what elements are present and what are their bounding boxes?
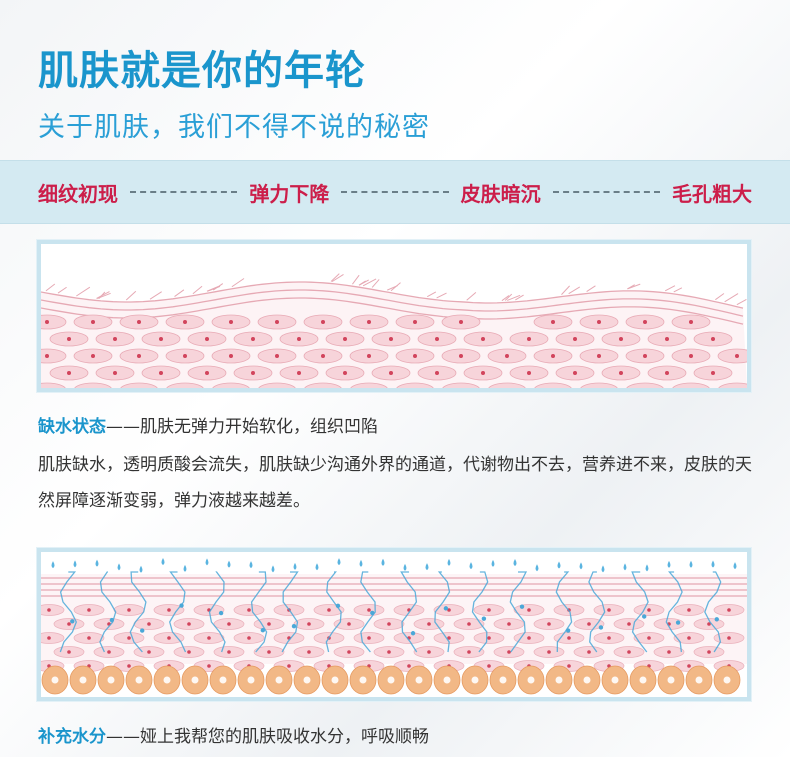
aging-stages-band: 细纹初现 弹力下降 皮肤暗沉 毛孔粗大: [0, 160, 790, 224]
section1-lead: 缺水状态: [38, 417, 106, 437]
section2-caption-text: 娅上我帮您的肌肤吸收水分，呼吸顺畅: [140, 727, 429, 747]
section2-sep: ——: [106, 727, 140, 747]
stage-label: 弹力下降: [249, 181, 330, 206]
page-title: 肌肤就是你的年轮: [38, 48, 366, 94]
dry-skin-cells-image: [41, 244, 747, 388]
dashed-divider: [130, 191, 238, 193]
stage-label: 皮肤暗沉: [460, 181, 541, 206]
page-subtitle: 关于肌肤，我们不得不说的秘密: [38, 112, 430, 143]
section1-sep: ——: [106, 417, 140, 437]
section1-caption-text: 肌肤无弹力开始软化，组织凹陷: [140, 417, 378, 437]
stage-label: 毛孔粗大: [671, 181, 752, 206]
section1-body: 肌肤缺水，透明质酸会流失，肌肤缺少沟通外界的通道，代谢物出不去，营养进不来，皮肤…: [38, 455, 752, 511]
stage-label: 细纹初现: [38, 181, 118, 206]
section2-lead: 补充水分: [38, 727, 106, 747]
dashed-divider: [341, 191, 449, 193]
section2-caption: 补充水分——娅上我帮您的肌肤吸收水分，呼吸顺畅: [38, 722, 429, 747]
dashed-divider: [552, 191, 660, 193]
section1-caption: 缺水状态——肌肤无弹力开始软化，组织凹陷: [38, 412, 378, 437]
hydrated-skin-illustration: [37, 548, 751, 701]
hydrated-skin-cells-image: [41, 558, 747, 695]
dry-skin-illustration: [37, 240, 751, 392]
